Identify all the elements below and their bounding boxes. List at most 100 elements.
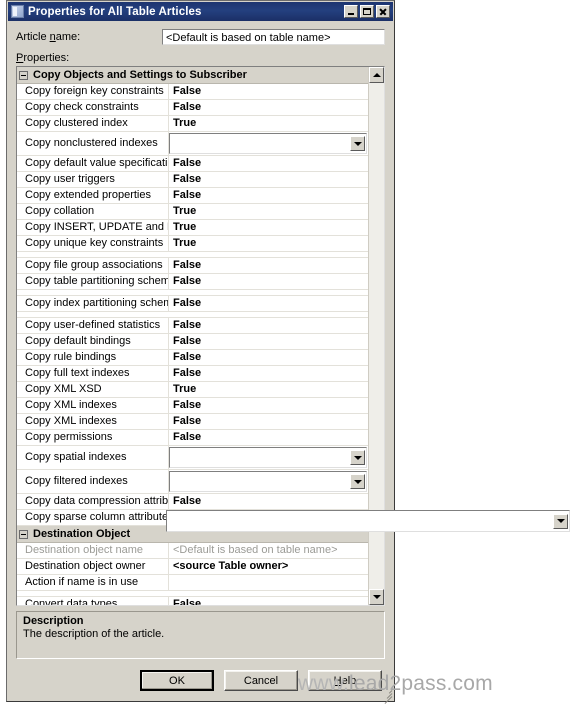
property-name: Copy table partitioning schemes: [17, 274, 169, 289]
property-value[interactable]: False: [169, 188, 368, 203]
property-value[interactable]: True: [169, 382, 368, 397]
property-row[interactable]: Copy collationTrue: [17, 204, 368, 220]
maximize-button[interactable]: [360, 5, 374, 18]
article-name-label: Article name:: [16, 31, 162, 43]
close-icon[interactable]: [376, 5, 390, 18]
action-if-name-in-use-combo[interactable]: [166, 510, 570, 532]
property-value[interactable]: [169, 575, 368, 590]
property-row[interactable]: Copy rule bindingsFalse: [17, 350, 368, 366]
property-row[interactable]: Copy default value specification:False: [17, 156, 368, 172]
property-row[interactable]: Copy full text indexesFalse: [17, 366, 368, 382]
properties-window-icon: [11, 5, 24, 18]
property-name: Copy default bindings: [17, 334, 169, 349]
property-value[interactable]: False: [169, 597, 368, 605]
property-row[interactable]: Copy XML indexesFalse: [17, 414, 368, 430]
property-row[interactable]: Copy permissionsFalse: [17, 430, 368, 446]
title-bar: Properties for All Table Articles: [8, 2, 393, 21]
property-row[interactable]: Action if name is in use: [17, 575, 368, 591]
property-value[interactable]: False: [169, 414, 368, 429]
property-row[interactable]: Copy INSERT, UPDATE and DITrue: [17, 220, 368, 236]
property-value[interactable]: True: [169, 236, 368, 251]
property-value[interactable]: False: [169, 156, 368, 171]
property-name: Copy spatial indexes: [17, 446, 169, 469]
window-controls: [344, 5, 393, 18]
collapse-minus-icon[interactable]: [19, 71, 28, 80]
property-row[interactable]: Copy XML indexesFalse: [17, 398, 368, 414]
property-value-combo[interactable]: [169, 447, 367, 468]
minimize-button[interactable]: [344, 5, 358, 18]
property-name: Copy file group associations: [17, 258, 169, 273]
property-name: Copy foreign key constraints: [17, 84, 169, 99]
cancel-button[interactable]: Cancel: [224, 670, 298, 691]
property-row[interactable]: Copy default bindingsFalse: [17, 334, 368, 350]
property-row[interactable]: Copy foreign key constraintsFalse: [17, 84, 368, 100]
collapse-minus-icon[interactable]: [19, 530, 28, 539]
property-row[interactable]: Copy unique key constraintsTrue: [17, 236, 368, 252]
watermark: www.lead2pass.com: [298, 672, 493, 696]
property-name: Copy user triggers: [17, 172, 169, 187]
chevron-down-icon[interactable]: [350, 136, 365, 151]
window-title: Properties for All Table Articles: [28, 6, 344, 18]
property-name: Destination object name: [17, 543, 169, 558]
property-row[interactable]: Convert data typesFalse: [17, 597, 368, 605]
property-name: Copy XML indexes: [17, 414, 169, 429]
chevron-down-icon[interactable]: [350, 474, 365, 489]
property-name: Copy check constraints: [17, 100, 169, 115]
property-value[interactable]: False: [169, 398, 368, 413]
property-value[interactable]: False: [169, 494, 368, 509]
property-row[interactable]: Copy clustered indexTrue: [17, 116, 368, 132]
property-name: Copy collation: [17, 204, 169, 219]
property-row[interactable]: Copy file group associationsFalse: [17, 258, 368, 274]
property-value[interactable]: True: [169, 220, 368, 235]
property-row[interactable]: Destination object owner<source Table ow…: [17, 559, 368, 575]
property-value[interactable]: False: [169, 172, 368, 187]
article-name-input[interactable]: <Default is based on table name>: [162, 29, 385, 45]
property-value[interactable]: False: [169, 350, 368, 365]
property-value-combo[interactable]: [169, 471, 367, 492]
article-name-row: Article name: <Default is based on table…: [16, 29, 385, 45]
property-value[interactable]: True: [169, 204, 368, 219]
property-name: Copy XML XSD: [17, 382, 169, 397]
ok-button[interactable]: OK: [140, 670, 214, 691]
scroll-up-arrow-icon[interactable]: [369, 67, 384, 83]
property-value[interactable]: False: [169, 334, 368, 349]
property-value[interactable]: False: [169, 366, 368, 381]
property-value[interactable]: False: [169, 318, 368, 333]
property-name: Copy index partitioning schemes: [17, 296, 169, 311]
property-name: Copy unique key constraints: [17, 236, 169, 251]
property-row[interactable]: Copy user triggersFalse: [17, 172, 368, 188]
property-name: Copy default value specification:: [17, 156, 169, 171]
property-value[interactable]: False: [169, 430, 368, 445]
property-row[interactable]: Destination object name<Default is based…: [17, 543, 368, 559]
property-value[interactable]: False: [169, 258, 368, 273]
property-row[interactable]: Copy user-defined statisticsFalse: [17, 318, 368, 334]
property-row[interactable]: Copy check constraintsFalse: [17, 100, 368, 116]
properties-label: Properties:: [16, 52, 385, 64]
property-row[interactable]: Copy nonclustered indexes: [17, 132, 368, 156]
property-category-header[interactable]: Copy Objects and Settings to Subscriber: [17, 67, 368, 84]
property-row[interactable]: Copy spatial indexes: [17, 446, 368, 470]
property-row[interactable]: Copy index partitioning schemesFalse: [17, 296, 368, 312]
property-value[interactable]: False: [169, 84, 368, 99]
property-row[interactable]: Copy extended propertiesFalse: [17, 188, 368, 204]
chevron-down-icon[interactable]: [553, 514, 568, 529]
property-name: Copy data compression attribute: [17, 494, 169, 509]
property-value[interactable]: <Default is based on table name>: [169, 543, 368, 558]
property-value[interactable]: False: [169, 296, 368, 311]
chevron-down-icon[interactable]: [350, 450, 365, 465]
property-row[interactable]: Copy data compression attributeFalse: [17, 494, 368, 510]
property-value[interactable]: <source Table owner>: [169, 559, 368, 574]
property-value[interactable]: False: [169, 274, 368, 289]
property-row[interactable]: Copy table partitioning schemesFalse: [17, 274, 368, 290]
property-name: Copy full text indexes: [17, 366, 169, 381]
property-value-combo[interactable]: [169, 133, 367, 154]
property-row[interactable]: Copy filtered indexes: [17, 470, 368, 494]
property-value[interactable]: True: [169, 116, 368, 131]
property-name: Action if name is in use: [17, 575, 169, 590]
property-name: Copy permissions: [17, 430, 169, 445]
scroll-down-arrow-icon[interactable]: [369, 589, 384, 605]
property-value[interactable]: False: [169, 100, 368, 115]
property-row[interactable]: Copy XML XSDTrue: [17, 382, 368, 398]
property-category-title: Destination Object: [33, 528, 130, 540]
description-title: Description: [23, 615, 378, 627]
